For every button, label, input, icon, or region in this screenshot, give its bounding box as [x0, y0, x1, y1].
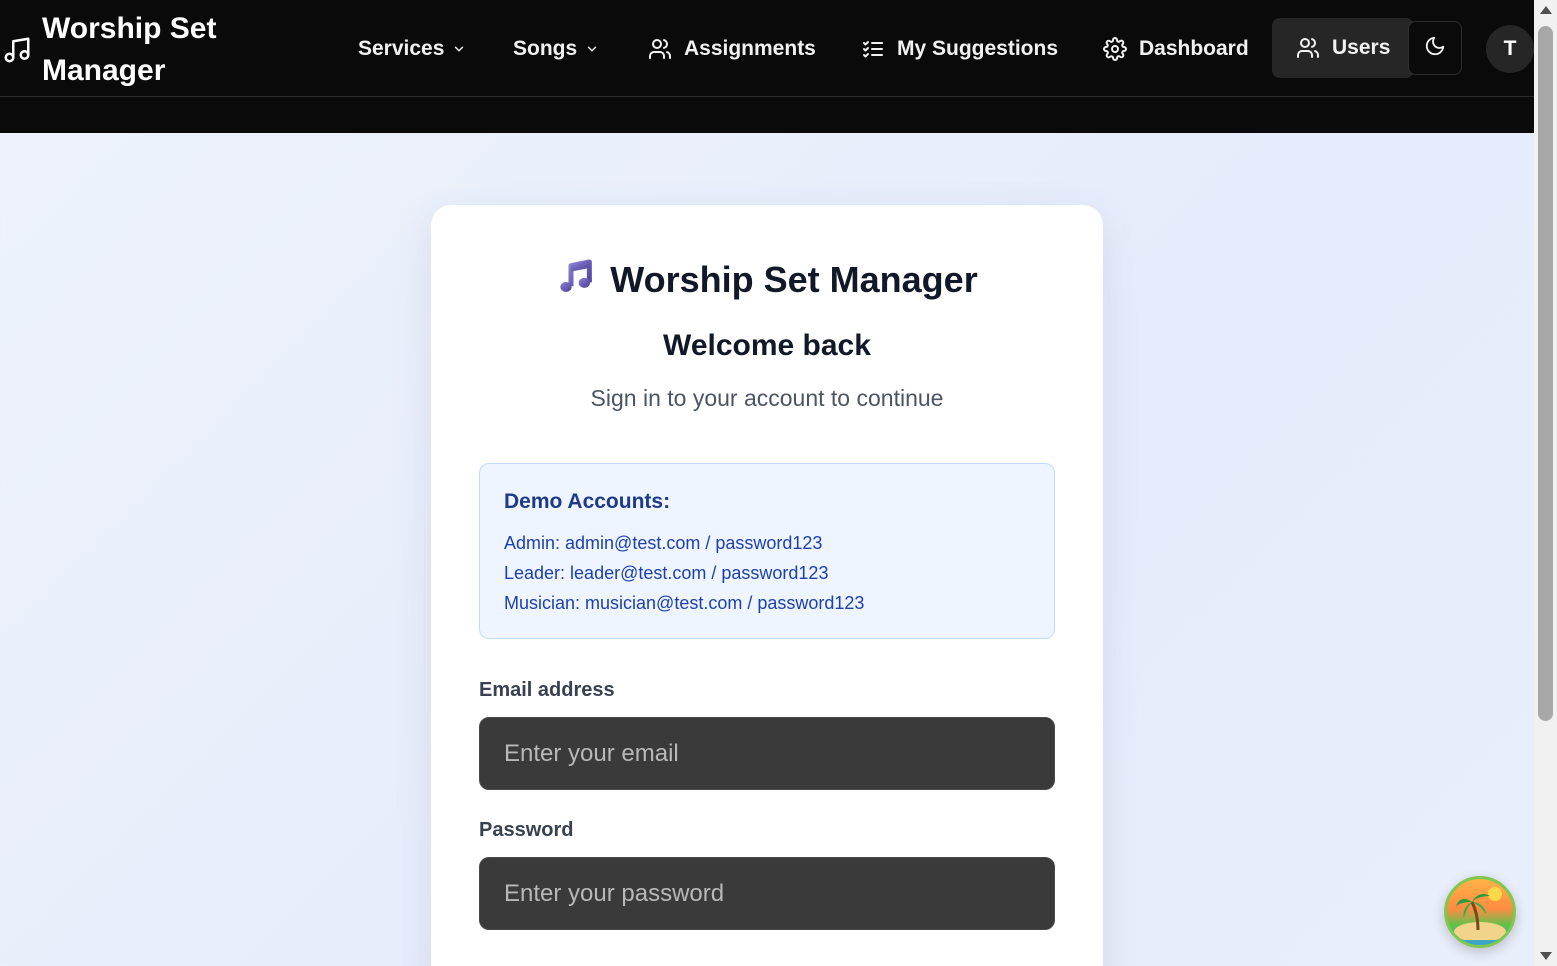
demo-account-admin: Admin: admin@test.com / password123 [504, 533, 823, 553]
login-brand: Worship Set Manager [431, 257, 1103, 302]
nav-songs-label: Songs [513, 37, 578, 60]
nav-my-suggestions-label: My Suggestions [897, 37, 1059, 60]
email-label: Email address [479, 679, 615, 701]
chevron-down-icon [585, 42, 599, 56]
demo-account-musician: Musician: musician@test.com / password12… [504, 593, 865, 613]
login-subtitle: Sign in to your account to continue [590, 385, 944, 411]
nav-services-label: Services [358, 37, 445, 60]
nav-users[interactable]: Users [1272, 18, 1415, 78]
floating-assistant-button[interactable] [1444, 876, 1516, 948]
nav-songs[interactable]: Songs [513, 19, 599, 79]
password-label: Password [479, 819, 574, 841]
page-scrollbar[interactable] [1534, 0, 1557, 966]
chevron-down-icon [452, 42, 466, 56]
navbar-row: Worship Set Manager Services Songs Assig… [0, 0, 1534, 97]
password-field[interactable] [479, 857, 1055, 930]
users-icon [648, 37, 672, 61]
nav-my-suggestions[interactable]: My Suggestions [861, 19, 1058, 79]
nav-services[interactable]: Services [358, 19, 466, 79]
nav-dashboard[interactable]: Dashboard [1103, 19, 1249, 79]
email-field[interactable] [479, 717, 1055, 790]
brand-title: Worship Set Manager [42, 12, 217, 87]
demo-accounts-panel: Demo Accounts: Admin: admin@test.com / p… [479, 463, 1055, 639]
user-avatar[interactable]: T [1486, 25, 1534, 73]
music-note-icon [556, 257, 596, 302]
brand[interactable]: Worship Set Manager [0, 8, 242, 92]
moon-icon [1424, 35, 1446, 62]
nav-users-label: Users [1332, 36, 1391, 59]
nav-assignments[interactable]: Assignments [648, 19, 816, 79]
login-card: Worship Set Manager Welcome back Sign in… [431, 205, 1103, 966]
nav-assignments-label: Assignments [684, 37, 816, 60]
palm-beach-icon [1450, 880, 1510, 945]
music-note-icon [0, 30, 34, 70]
welcome-heading: Welcome back [663, 329, 871, 362]
theme-toggle-button[interactable] [1408, 21, 1462, 75]
list-checks-icon [861, 37, 885, 61]
demo-accounts-title: Demo Accounts: [504, 490, 671, 513]
login-brand-title: Worship Set Manager [610, 258, 978, 300]
scroll-thumb[interactable] [1538, 26, 1553, 721]
top-navbar: Worship Set Manager Services Songs Assig… [0, 0, 1534, 133]
scroll-down-arrow[interactable] [1540, 952, 1552, 960]
users-icon [1296, 36, 1320, 60]
demo-account-leader: Leader: leader@test.com / password123 [504, 563, 829, 583]
nav-dashboard-label: Dashboard [1139, 37, 1249, 60]
gear-icon [1103, 37, 1127, 61]
scroll-up-arrow[interactable] [1540, 6, 1552, 14]
